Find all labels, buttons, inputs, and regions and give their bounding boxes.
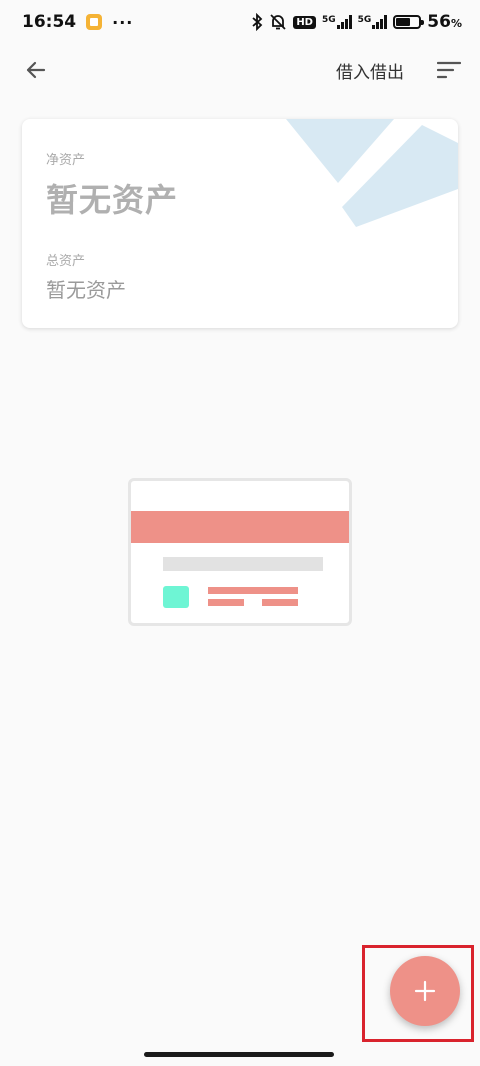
hd-voice-badge: HD <box>293 15 316 29</box>
illustration-line <box>208 587 298 594</box>
sort-icon <box>437 61 461 79</box>
network-type-2: 5G <box>357 15 372 25</box>
status-right: HD 5G 5G 56% <box>251 12 462 32</box>
notes-app-icon <box>86 14 103 30</box>
borrow-lend-button[interactable]: 借入借出 <box>336 58 404 83</box>
status-left: 16:54 ··· <box>22 12 133 32</box>
gesture-navigation-bar[interactable] <box>144 1052 334 1057</box>
asset-summary-card[interactable]: 净资产 暂无资产 总资产 暂无资产 <box>22 119 458 328</box>
network-type-1: 5G <box>321 15 336 25</box>
empty-state-illustration <box>128 478 352 626</box>
battery-percent: 56% <box>427 12 462 32</box>
mute-bell-icon <box>269 13 287 31</box>
app-bar-actions: 借入借出 <box>336 57 462 83</box>
card-decoration <box>286 119 458 227</box>
illustration-placeholder-bar <box>163 557 323 571</box>
app-bar: 借入借出 <box>0 44 480 96</box>
more-notifications-icon: ··· <box>112 12 134 32</box>
status-time: 16:54 <box>22 12 77 32</box>
status-bar: 16:54 ··· HD 5G 5G 56% <box>0 0 480 44</box>
total-assets-value: 暂无资产 <box>46 278 126 302</box>
arrow-left-icon <box>26 61 46 79</box>
illustration-line <box>208 599 244 606</box>
illustration-line <box>262 599 298 606</box>
total-assets-label: 总资产 <box>46 254 86 269</box>
back-button[interactable] <box>22 56 50 84</box>
battery-icon <box>393 15 425 29</box>
sort-button[interactable] <box>436 57 462 83</box>
illustration-header-band <box>131 511 349 543</box>
add-account-button[interactable] <box>390 956 460 1026</box>
signal-icon-2: 5G <box>358 15 388 29</box>
illustration-icon-block <box>163 586 189 608</box>
plus-icon <box>414 980 436 1002</box>
net-assets-label: 净资产 <box>46 153 86 168</box>
bluetooth-icon <box>251 13 263 31</box>
signal-icon-1: 5G <box>322 15 352 29</box>
net-assets-value: 暂无资产 <box>46 181 179 219</box>
